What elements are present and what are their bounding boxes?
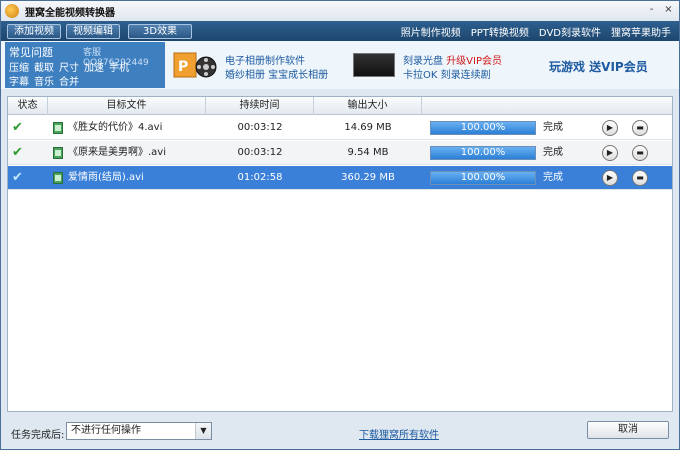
video-file-icon <box>53 147 63 159</box>
play-icon[interactable]: ▶ <box>602 170 618 186</box>
bottom-bar: 任务完成后: 不进行任何操作 ▼ 下载狸窝所有软件 取消 <box>1 417 679 449</box>
duration: 00:03:12 <box>237 147 283 158</box>
chevron-down-icon[interactable]: ▼ <box>195 423 211 439</box>
status-text: 完成 <box>543 172 563 183</box>
status-text: 完成 <box>543 122 563 133</box>
link-apple-helper[interactable]: 狸窝苹果助手 <box>611 24 671 39</box>
progress-bar: 100.00% <box>430 121 536 135</box>
faq-link-compress[interactable]: 压缩 <box>9 59 29 74</box>
file-table: 状态 目标文件 持续时间 输出大小 ✔ 《胜女的代价》4.avi 00:03:1… <box>7 96 673 412</box>
faq-link-speed[interactable]: 加速 <box>84 59 104 74</box>
cancel-button[interactable]: 取消 <box>587 421 669 439</box>
play-icon[interactable]: ▶ <box>602 145 618 161</box>
download-all-link[interactable]: 下载狸窝所有软件 <box>359 426 439 441</box>
link-ppt-video[interactable]: PPT转换视频 <box>471 24 529 39</box>
edit-video-button[interactable]: 视频编辑 <box>66 23 120 39</box>
faq-links-row2: 字幕 音乐 合并 <box>9 73 79 88</box>
title-bar: 狸窝全能视频转换器 - × <box>1 1 679 21</box>
file-name: 爱情雨(结局).avi <box>68 172 144 183</box>
svg-text:P: P <box>178 59 188 75</box>
file-name: 《原来是美男啊》.avi <box>68 147 167 158</box>
table-row[interactable]: ✔ 《原来是美男啊》.avi 00:03:12 9.54 MB 100.00% … <box>8 141 672 165</box>
after-done-select[interactable]: 不进行任何操作 ▼ <box>66 422 212 440</box>
col-progress <box>422 97 672 115</box>
progress-bar: 100.00% <box>430 146 536 160</box>
check-icon: ✔ <box>12 145 23 160</box>
folder-icon[interactable]: ▬ <box>632 120 648 136</box>
col-output-size[interactable]: 输出大小 <box>314 97 422 115</box>
progress-bar: 100.00% <box>430 171 536 185</box>
faq-link-music[interactable]: 音乐 <box>34 73 54 88</box>
progress-fill: 100.00% <box>431 147 535 159</box>
folder-icon[interactable]: ▬ <box>632 170 648 186</box>
faq-link-phone[interactable]: 手机 <box>109 59 129 74</box>
top-links: 照片制作视频 PPT转换视频 DVD刻录软件 狸窝苹果助手 <box>401 24 671 39</box>
game-vip-promo[interactable]: 玩游戏 送VIP会员 <box>549 58 648 75</box>
output-size: 9.54 MB <box>347 147 389 158</box>
after-done-value: 不进行任何操作 <box>71 425 141 436</box>
faq-panel: 常见问题 客服QQ876292449 压缩 截取 尺寸 加速 手机 字幕 音乐 … <box>5 42 165 88</box>
banner: 常见问题 客服QQ876292449 压缩 截取 尺寸 加速 手机 字幕 音乐 … <box>1 41 679 89</box>
check-icon: ✔ <box>12 120 23 135</box>
link-dvd-burn[interactable]: DVD刻录软件 <box>539 24 601 39</box>
add-video-button[interactable]: 添加视频 <box>7 23 61 39</box>
col-duration[interactable]: 持续时间 <box>206 97 314 115</box>
ad-album-types[interactable]: 婚纱相册 宝宝成长相册 <box>225 66 328 81</box>
output-size: 14.69 MB <box>344 122 392 133</box>
play-icon[interactable]: ▶ <box>602 120 618 136</box>
faq-link-size[interactable]: 尺寸 <box>59 59 79 74</box>
output-size: 360.29 MB <box>341 172 395 183</box>
col-target-file[interactable]: 目标文件 <box>48 97 206 115</box>
table-header: 状态 目标文件 持续时间 输出大小 <box>8 97 672 115</box>
duration: 01:02:58 <box>237 172 283 183</box>
window-title: 狸窝全能视频转换器 <box>25 7 115 19</box>
faq-title[interactable]: 常见问题 <box>9 44 53 60</box>
app-window: 狸窝全能视频转换器 - × 添加视频 视频编辑 3D效果 照片制作视频 PPT转… <box>0 0 680 450</box>
minimize-button[interactable]: - <box>645 4 658 17</box>
check-icon: ✔ <box>12 170 23 185</box>
file-name: 《胜女的代价》4.avi <box>68 122 163 133</box>
faq-link-subtitle[interactable]: 字幕 <box>9 73 29 88</box>
table-row[interactable]: ✔ 《胜女的代价》4.avi 00:03:12 14.69 MB 100.00%… <box>8 116 672 140</box>
video-file-icon <box>53 122 63 134</box>
faq-link-merge[interactable]: 合并 <box>59 73 79 88</box>
effects-3d-button[interactable]: 3D效果 <box>128 23 193 39</box>
close-button[interactable]: × <box>662 4 675 17</box>
ad-karaoke[interactable]: 卡拉OK 刻录连续剧 <box>403 66 491 81</box>
duration: 00:03:12 <box>237 122 283 133</box>
after-done-label: 任务完成后: <box>11 430 65 441</box>
folder-icon[interactable]: ▬ <box>632 145 648 161</box>
ad-album-software[interactable]: 电子相册制作软件 <box>225 52 305 67</box>
video-file-icon <box>53 172 63 184</box>
ppt-album-icon[interactable]: P <box>173 51 217 81</box>
toolbar: 添加视频 视频编辑 3D效果 照片制作视频 PPT转换视频 DVD刻录软件 狸窝… <box>1 21 679 41</box>
table-row[interactable]: ✔ 爱情雨(结局).avi 01:02:58 360.29 MB 100.00%… <box>8 166 672 190</box>
faq-links-row1: 压缩 截取 尺寸 加速 手机 <box>9 59 129 74</box>
film-strip-icon[interactable] <box>353 53 395 77</box>
progress-fill: 100.00% <box>431 172 535 184</box>
progress-fill: 100.00% <box>431 122 535 134</box>
col-status[interactable]: 状态 <box>8 97 48 115</box>
ad-burn-disc[interactable]: 刻录光盘 升级VIP会员 <box>403 52 502 67</box>
app-logo-icon <box>5 4 19 18</box>
link-photo-video[interactable]: 照片制作视频 <box>401 24 461 39</box>
faq-link-trim[interactable]: 截取 <box>34 59 54 74</box>
status-text: 完成 <box>543 147 563 158</box>
